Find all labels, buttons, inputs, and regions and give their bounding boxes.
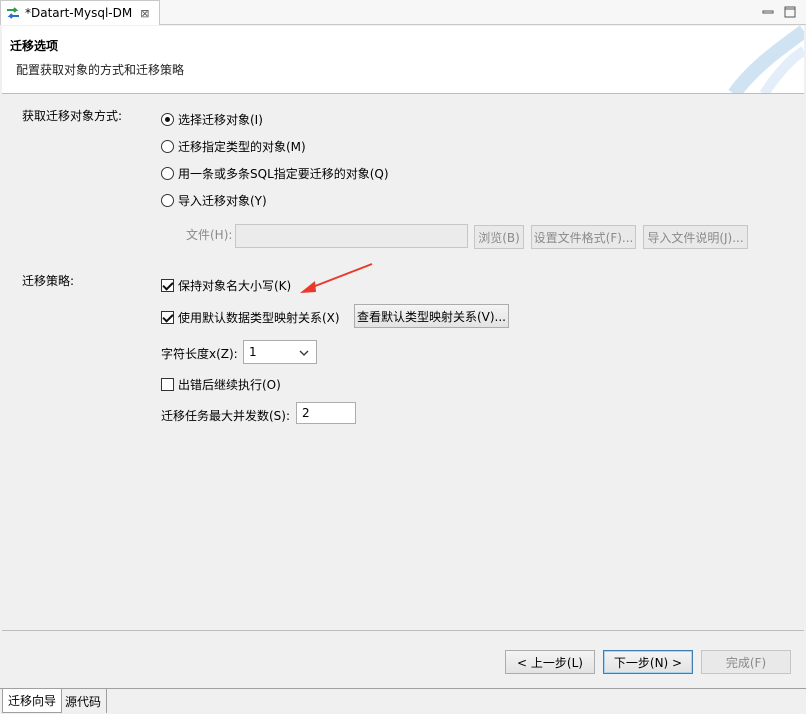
checkbox-label: 使用默认数据类型映射关系(X) [178, 311, 340, 325]
strategy-label: 迁移策略: [22, 274, 75, 288]
file-path-input[interactable] [235, 224, 468, 248]
view-mapping-button[interactable]: 查看默认类型映射关系(V)... [354, 304, 509, 328]
max-concurrency-label: 迁移任务最大并发数(S): [161, 409, 291, 423]
fetch-mode-label: 获取迁移对象方式: [22, 109, 123, 123]
radio-specified-types[interactable]: 迁移指定类型的对象(M) [161, 138, 306, 155]
checkbox-label: 出错后继续执行(O) [178, 378, 281, 392]
radio-label: 迁移指定类型的对象(M) [178, 140, 306, 154]
radio-button[interactable] [161, 113, 174, 126]
page-description: 配置获取对象的方式和迁移策略 [16, 63, 185, 77]
radio-sql-objects[interactable]: 用一条或多条SQL指定要迁移的对象(Q) [161, 165, 389, 182]
radio-button[interactable] [161, 167, 174, 180]
checkbox[interactable] [161, 311, 174, 324]
finish-button[interactable]: 完成(F) [701, 650, 791, 674]
file-label: 文件(H): [186, 228, 233, 242]
minimize-icon[interactable] [760, 4, 776, 20]
editor-tab-bar: *Datart-Mysql-DM ⊠ [0, 0, 806, 25]
default-mapping-checkbox[interactable]: 使用默认数据类型映射关系(X) [161, 309, 340, 326]
checkbox[interactable] [161, 279, 174, 292]
banner-decoration-icon [728, 26, 804, 93]
radio-import-objects[interactable]: 导入迁移对象(Y) [161, 192, 267, 209]
bottom-tab-bar: 迁移向导 源代码 [0, 688, 806, 714]
radio-label: 导入迁移对象(Y) [178, 194, 267, 208]
radio-select-objects[interactable]: 选择迁移对象(I) [161, 111, 263, 128]
import-help-button[interactable]: 导入文件说明(J)... [643, 225, 748, 249]
annotation-arrow-icon [300, 263, 373, 293]
tab-source[interactable]: 源代码 [60, 689, 108, 713]
browse-button[interactable]: 浏览(B) [474, 225, 524, 249]
editor-tab[interactable]: *Datart-Mysql-DM ⊠ [0, 0, 160, 25]
wizard-footer: < 上一步(L) 下一步(N) > 完成(F) [2, 630, 804, 688]
next-button[interactable]: 下一步(N) > [603, 650, 693, 674]
editor-tab-title: *Datart-Mysql-DM [25, 6, 133, 20]
maximize-icon[interactable] [782, 4, 798, 20]
continue-on-error-checkbox[interactable]: 出错后继续执行(O) [161, 376, 281, 393]
radio-label: 选择迁移对象(I) [178, 113, 263, 127]
page-title: 迁移选项 [10, 39, 59, 53]
page-header: 迁移选项 配置获取对象的方式和迁移策略 [2, 26, 804, 94]
max-concurrency-input[interactable]: 2 [296, 402, 356, 424]
radio-button[interactable] [161, 194, 174, 207]
char-length-label: 字符长度x(Z): [161, 347, 238, 361]
back-button[interactable]: < 上一步(L) [505, 650, 595, 674]
options-panel: 获取迁移对象方式: 选择迁移对象(I) 迁移指定类型的对象(M) 用一条或多条S… [2, 95, 804, 630]
radio-label: 用一条或多条SQL指定要迁移的对象(Q) [178, 167, 389, 181]
close-icon[interactable]: ⊠ [140, 7, 149, 20]
file-format-button[interactable]: 设置文件格式(F)... [531, 225, 636, 249]
chevron-down-icon [299, 350, 309, 356]
char-length-value: 1 [249, 345, 257, 359]
sync-arrows-icon [7, 7, 19, 19]
keep-case-checkbox[interactable]: 保持对象名大小写(K) [161, 277, 291, 294]
checkbox[interactable] [161, 378, 174, 391]
tab-wizard[interactable]: 迁移向导 [2, 689, 63, 713]
checkbox-label: 保持对象名大小写(K) [178, 279, 292, 293]
radio-button[interactable] [161, 140, 174, 153]
char-length-select[interactable]: 1 [243, 340, 317, 364]
